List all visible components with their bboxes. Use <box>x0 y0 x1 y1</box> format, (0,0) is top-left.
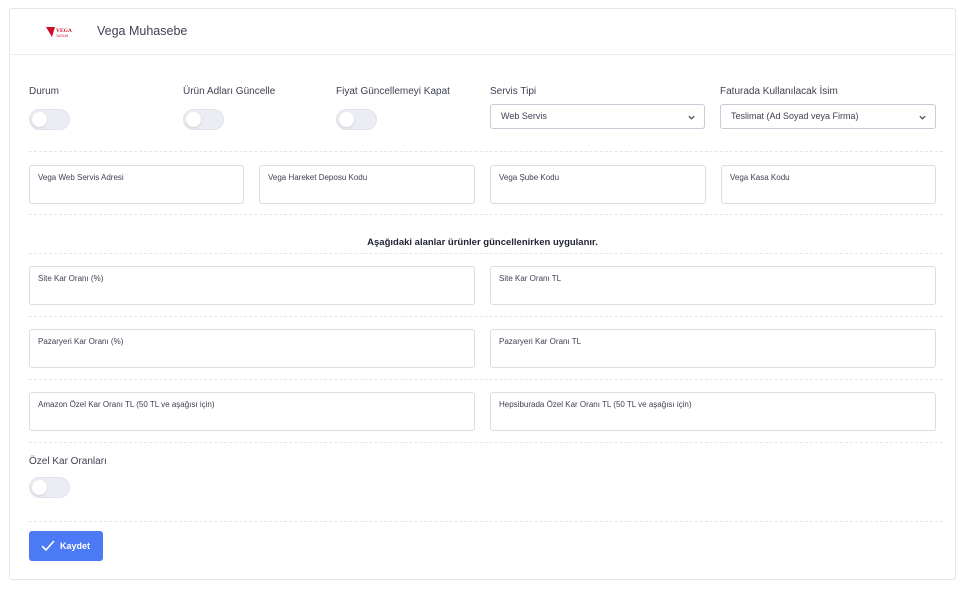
special-rates-toggle[interactable] <box>29 477 70 498</box>
branch-code-field[interactable]: Vega Şube Kodu <box>490 165 706 204</box>
field-label: Site Kar Oranı (%) <box>38 274 104 283</box>
divider <box>29 442 943 443</box>
cash-code-field[interactable]: Vega Kasa Kodu <box>721 165 936 204</box>
invoice-name-value: Teslimat (Ad Soyad veya Firma) <box>731 111 859 121</box>
field-label: Hepsiburada Özel Kar Oranı TL (50 TL ve … <box>499 400 692 409</box>
site-margin-tl-field[interactable]: Site Kar Oranı TL <box>490 266 936 305</box>
notice-text: Aşağıdaki alanlar ürünler güncellenirken… <box>367 237 598 248</box>
chevron-down-icon <box>688 115 695 120</box>
field-label: Vega Hareket Deposu Kodu <box>268 173 368 182</box>
marketplace-margin-tl-field[interactable]: Pazaryeri Kar Oranı TL <box>490 329 936 368</box>
divider <box>29 379 943 380</box>
service-type-select[interactable]: Web Servis <box>490 104 705 129</box>
update-product-names-toggle[interactable] <box>183 109 224 130</box>
field-label: Vega Web Servis Adresi <box>38 173 124 182</box>
divider <box>29 151 943 152</box>
divider <box>29 253 943 254</box>
field-label: Amazon Özel Kar Oranı TL (50 TL ve aşağı… <box>38 400 215 409</box>
invoice-name-label: Faturada Kullanılacak İsim <box>720 86 838 97</box>
divider <box>29 521 943 522</box>
save-button[interactable]: Kaydet <box>29 531 103 561</box>
page-title: Vega Muhasebe <box>97 24 188 38</box>
field-label: Vega Şube Kodu <box>499 173 560 182</box>
toggle-knob <box>32 112 47 127</box>
status-toggle[interactable] <box>29 109 70 130</box>
divider <box>29 316 943 317</box>
settings-card: VEGA YAZILIM Vega Muhasebe Durum Ürün Ad… <box>9 8 956 580</box>
toggle-knob <box>186 112 201 127</box>
disable-price-update-toggle[interactable] <box>336 109 377 130</box>
check-icon <box>41 540 55 551</box>
card-header: VEGA YAZILIM Vega Muhasebe <box>10 9 955 55</box>
web-service-address-field[interactable]: Vega Web Servis Adresi <box>29 165 244 204</box>
marketplace-margin-percent-field[interactable]: Pazaryeri Kar Oranı (%) <box>29 329 475 368</box>
toggle-knob <box>339 112 354 127</box>
field-label: Pazaryeri Kar Oranı TL <box>499 337 582 346</box>
field-label: Vega Kasa Kodu <box>730 173 790 182</box>
invoice-name-select[interactable]: Teslimat (Ad Soyad veya Firma) <box>720 104 936 129</box>
amazon-special-margin-field[interactable]: Amazon Özel Kar Oranı TL (50 TL ve aşağı… <box>29 392 475 431</box>
special-rates-label: Özel Kar Oranları <box>29 456 107 467</box>
service-type-value: Web Servis <box>501 111 547 121</box>
service-type-label: Servis Tipi <box>490 86 537 97</box>
disable-price-update-label: Fiyat Güncellemeyi Kapat <box>336 86 450 97</box>
site-margin-percent-field[interactable]: Site Kar Oranı (%) <box>29 266 475 305</box>
vega-logo-icon: VEGA YAZILIM <box>46 27 75 38</box>
svg-text:YAZILIM: YAZILIM <box>56 34 69 38</box>
toggle-knob <box>32 480 47 495</box>
chevron-down-icon <box>919 115 926 120</box>
movement-depot-code-field[interactable]: Vega Hareket Deposu Kodu <box>259 165 475 204</box>
field-label: Pazaryeri Kar Oranı (%) <box>38 337 124 346</box>
hepsiburada-special-margin-field[interactable]: Hepsiburada Özel Kar Oranı TL (50 TL ve … <box>490 392 936 431</box>
field-label: Site Kar Oranı TL <box>499 274 562 283</box>
divider <box>29 214 943 215</box>
save-button-label: Kaydet <box>60 541 91 551</box>
update-product-names-label: Ürün Adları Güncelle <box>183 86 276 97</box>
status-label: Durum <box>29 86 60 97</box>
